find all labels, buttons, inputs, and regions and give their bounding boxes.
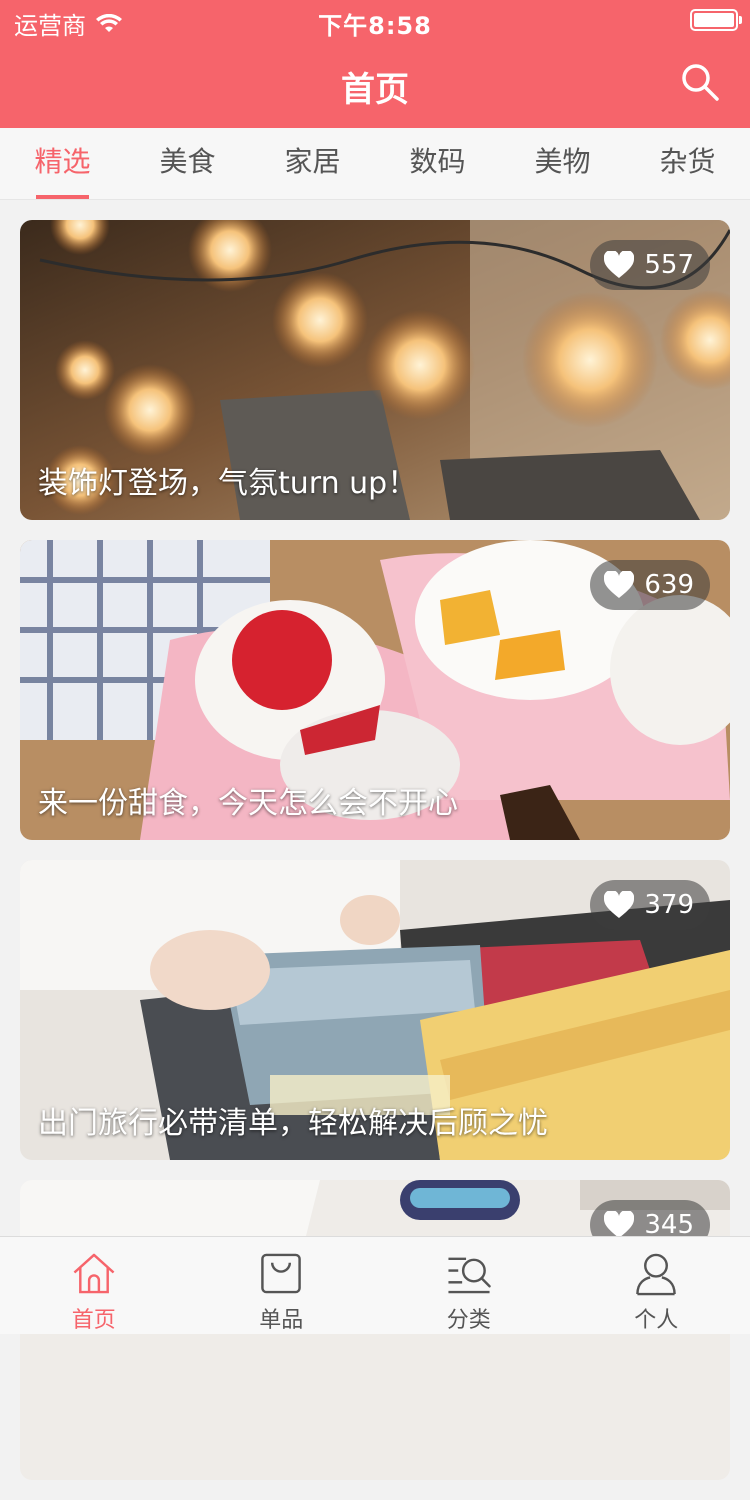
page-title: 首页 bbox=[0, 62, 750, 111]
search-icon[interactable] bbox=[680, 62, 720, 102]
heart-icon bbox=[604, 571, 634, 599]
tabbar-category[interactable]: 分类 bbox=[375, 1237, 563, 1334]
person-icon bbox=[633, 1251, 679, 1296]
like-count: 639 bbox=[644, 570, 694, 600]
like-badge[interactable]: 639 bbox=[590, 560, 710, 610]
tabbar-category-label: 分类 bbox=[447, 1302, 491, 1334]
home-icon bbox=[71, 1251, 117, 1296]
tabbar-home[interactable]: 首页 bbox=[0, 1237, 188, 1334]
feed-card[interactable]: 379 出门旅行必带清单，轻松解决后顾之忧 bbox=[20, 860, 730, 1160]
tabbar-profile[interactable]: 个人 bbox=[563, 1237, 750, 1334]
tabbar-items[interactable]: 单品 bbox=[188, 1237, 376, 1334]
card-caption: 出门旅行必带清单，轻松解决后顾之忧 bbox=[38, 1098, 548, 1142]
tab-beauty[interactable]: 美物 bbox=[500, 128, 625, 199]
status-time: 下午8:58 bbox=[0, 6, 750, 41]
like-badge[interactable]: 557 bbox=[590, 240, 710, 290]
category-tabs: 精选 美食 家居 数码 美物 杂货 bbox=[0, 128, 750, 200]
card-caption: 来一份甜食，今天怎么会不开心 bbox=[38, 778, 458, 822]
tabbar-profile-label: 个人 bbox=[634, 1302, 678, 1334]
tab-digital[interactable]: 数码 bbox=[375, 128, 500, 199]
status-bar: 运营商 下午8:58 bbox=[0, 0, 750, 40]
heart-icon bbox=[604, 251, 634, 279]
nav-bar: 首页 bbox=[0, 40, 750, 128]
heart-icon bbox=[604, 891, 634, 919]
tab-featured[interactable]: 精选 bbox=[0, 128, 125, 199]
like-count: 557 bbox=[644, 250, 694, 280]
bottom-tab-bar: 首页 单品 分类 个人 bbox=[0, 1236, 750, 1334]
tabbar-home-label: 首页 bbox=[72, 1302, 116, 1334]
like-count: 379 bbox=[644, 890, 694, 920]
heart-icon bbox=[604, 1211, 634, 1239]
tab-home[interactable]: 家居 bbox=[250, 128, 375, 199]
bag-icon bbox=[258, 1251, 304, 1296]
like-badge[interactable]: 379 bbox=[590, 880, 710, 930]
tab-misc[interactable]: 杂货 bbox=[625, 128, 750, 199]
category-search-icon bbox=[446, 1251, 492, 1296]
card-caption: 装饰灯登场，气氛turn up！ bbox=[38, 458, 417, 502]
feed-card[interactable]: 557 装饰灯登场，气氛turn up！ bbox=[20, 220, 730, 520]
tabbar-items-label: 单品 bbox=[259, 1302, 303, 1334]
battery-icon bbox=[690, 9, 738, 31]
tab-food[interactable]: 美食 bbox=[125, 128, 250, 199]
feed-card[interactable]: 639 来一份甜食，今天怎么会不开心 bbox=[20, 540, 730, 840]
